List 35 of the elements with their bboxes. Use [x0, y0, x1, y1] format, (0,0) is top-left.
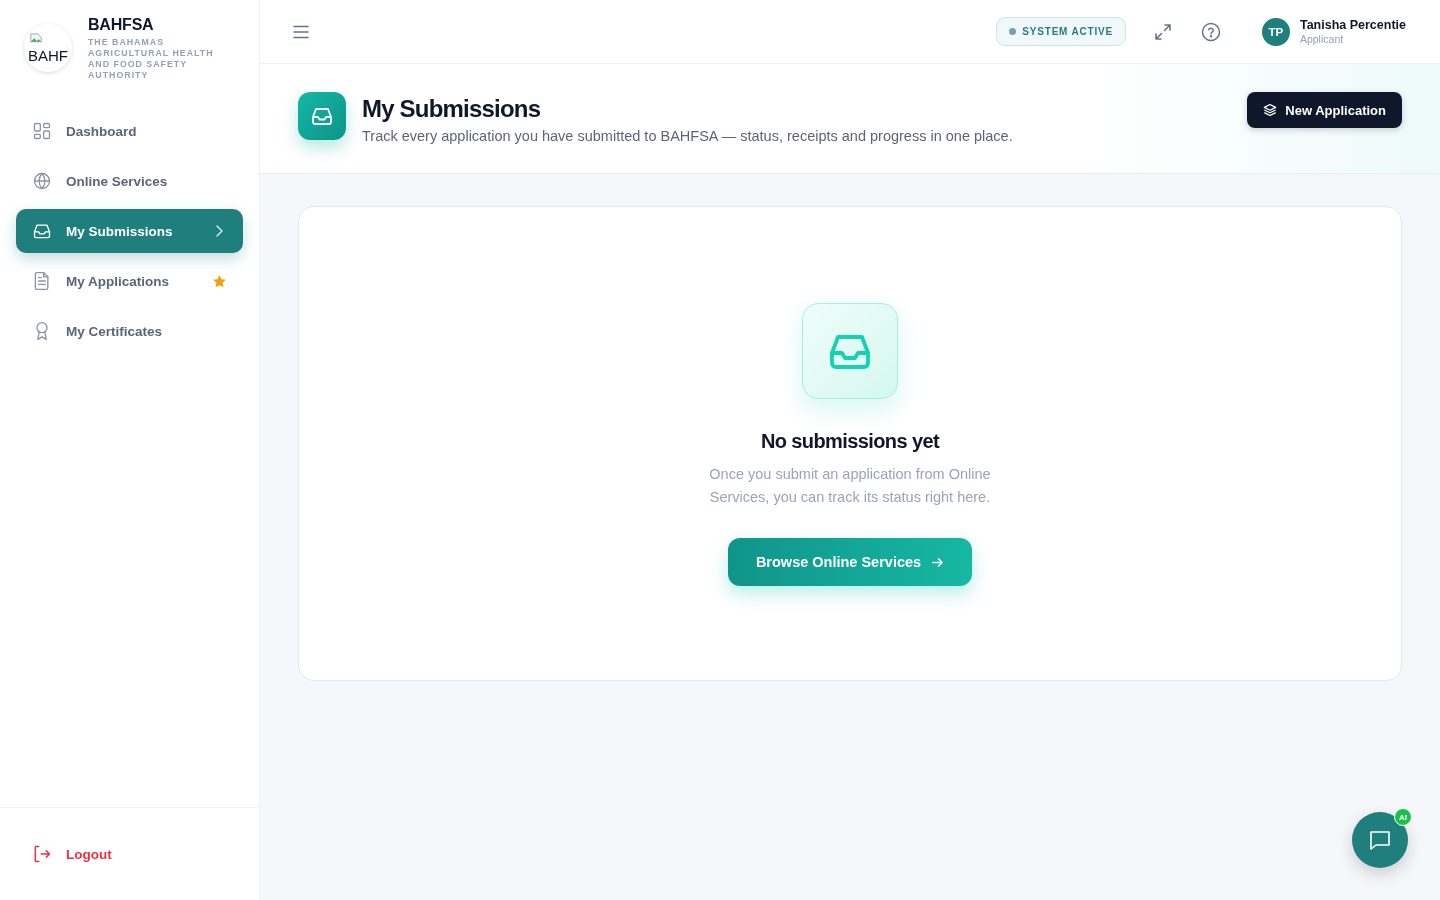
- page-description: Track every application you have submitted to BAHFSA — status, receipts and progress in one place.: [362, 127, 1013, 145]
- user-role: Applicant: [1299, 33, 1345, 45]
- arrow-right-icon: [931, 555, 945, 569]
- ai-badge: AI: [1394, 808, 1412, 826]
- inbox-tile-icon: [298, 92, 346, 140]
- sidebar-item[interactable]: Dashboard: [16, 109, 243, 153]
- logout-icon: [32, 844, 52, 864]
- browse-services-button[interactable]: Browse Online Services: [727, 538, 973, 586]
- logo-alt-text: BAHF: [28, 46, 69, 64]
- help-button[interactable]: [1199, 20, 1222, 43]
- empty-state-title: No submissions yet: [760, 429, 940, 453]
- layers-icon: [1263, 103, 1278, 117]
- brand-subtitle: THE BAHAMAS AGRICULTURAL HEALTH AND FOOD SAFETY AUTHORITY: [88, 37, 215, 81]
- status-dot-icon: [1009, 28, 1017, 35]
- user-name: Tanisha Percentie: [1299, 18, 1406, 33]
- empty-state-message: Once you submit an application from Online Services, you can track its status right here.: [708, 465, 992, 507]
- new-application-button[interactable]: New Application: [1247, 92, 1402, 128]
- chevron-right-icon: [215, 225, 223, 237]
- globe-icon: [32, 171, 52, 191]
- speech-bubble-icon: [1368, 828, 1392, 852]
- grid-icon: [32, 121, 52, 141]
- brand-name: BAHFSA: [88, 16, 155, 34]
- sidebar-item[interactable]: My Submissions: [16, 209, 243, 253]
- user-avatar[interactable]: TP: [1261, 17, 1290, 46]
- document-icon: [32, 271, 52, 291]
- expand-arrows-icon: [1152, 21, 1173, 42]
- sidebar-item[interactable]: Online Services: [16, 159, 243, 203]
- status-text: SYSTEM ACTIVE: [1022, 26, 1113, 37]
- help-icon: [1200, 21, 1221, 42]
- logout-link[interactable]: Logout: [32, 844, 112, 864]
- chat-button[interactable]: [1352, 812, 1408, 868]
- sidebar-item[interactable]: My Applications: [16, 259, 243, 303]
- page-title: My Submissions: [362, 94, 542, 124]
- inbox-tile-icon: [802, 303, 898, 399]
- sidebar-item[interactable]: My Certificates: [16, 309, 243, 353]
